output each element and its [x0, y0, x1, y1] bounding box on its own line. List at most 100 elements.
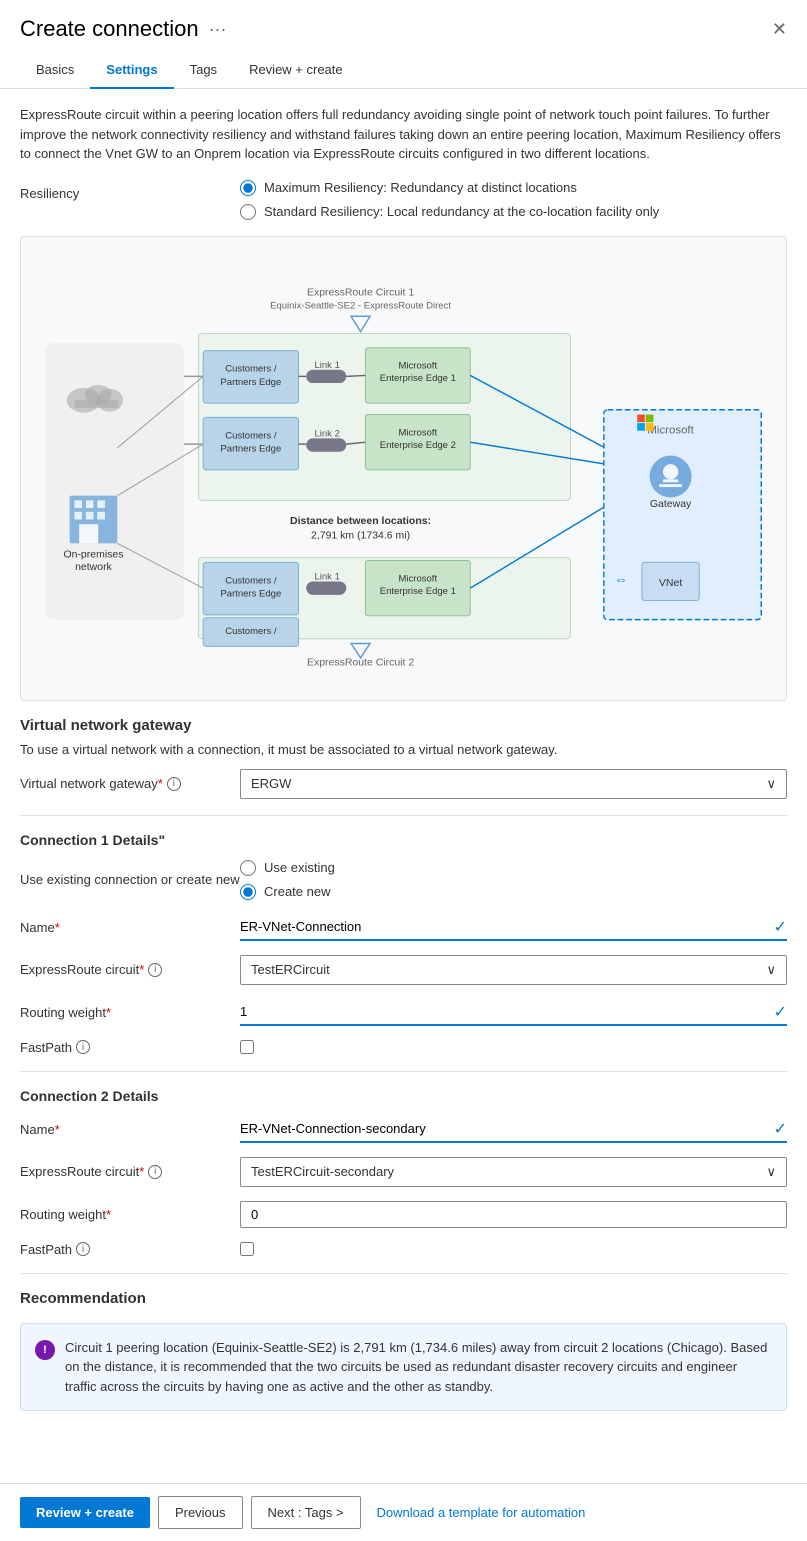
- radio-max-label: Maximum Resiliency: Redundancy at distin…: [264, 180, 577, 195]
- fastpath-info-icon[interactable]: i: [76, 1040, 90, 1054]
- conn2-fastpath-input: [240, 1242, 787, 1256]
- conn2-routing-row: Routing weight *: [20, 1201, 787, 1228]
- description-text: ExpressRoute circuit within a peering lo…: [20, 105, 787, 164]
- svg-text:Link 1: Link 1: [314, 571, 339, 582]
- fastpath2-info-icon[interactable]: i: [76, 1242, 90, 1256]
- connection2-section: Connection 2 Details Name * ✓ ExpressRou…: [20, 1088, 787, 1257]
- er-info-icon[interactable]: i: [148, 963, 162, 977]
- svg-text:Microsoft: Microsoft: [647, 424, 694, 436]
- conn1-routing-label: Routing weight *: [20, 1005, 240, 1020]
- conn1-routing-field[interactable]: [240, 999, 787, 1026]
- connection1-title: Connection 1 Details": [20, 832, 787, 848]
- svg-text:Microsoft: Microsoft: [399, 427, 438, 438]
- tab-review-create[interactable]: Review + create: [233, 52, 359, 89]
- conn1-routing-input: ✓: [240, 999, 787, 1026]
- conn2-name-row: Name * ✓: [20, 1116, 787, 1143]
- tab-settings[interactable]: Settings: [90, 52, 173, 89]
- conn2-name-field[interactable]: [240, 1116, 787, 1143]
- svg-text:On-premises: On-premises: [63, 549, 123, 560]
- conn2-routing-field[interactable]: [240, 1201, 787, 1228]
- diagram-container: On-premises network ExpressRoute Circuit…: [20, 236, 787, 701]
- conn1-er-arrow: ∨: [766, 962, 776, 978]
- required-5: *: [55, 1122, 60, 1137]
- conn1-er-row: ExpressRoute circuit * i TestERCircuit ∨: [20, 955, 787, 985]
- connection1-section: Connection 1 Details" Use existing conne…: [20, 832, 787, 1055]
- conn2-name-check: ✓: [774, 1119, 787, 1139]
- tab-basics[interactable]: Basics: [20, 52, 90, 89]
- vng-info-icon[interactable]: i: [167, 777, 181, 791]
- conn1-fastpath-checkbox[interactable]: [240, 1040, 254, 1054]
- fastpath2-checkbox-wrapper: [240, 1242, 787, 1256]
- use-existing-options: Use existing Create new: [240, 860, 787, 900]
- conn2-er-value: TestERCircuit-secondary: [251, 1164, 394, 1179]
- vng-dropdown-value: ERGW: [251, 776, 291, 791]
- svg-text:ExpressRoute Circuit 1: ExpressRoute Circuit 1: [307, 287, 414, 298]
- svg-text:network: network: [75, 562, 112, 573]
- vng-dropdown[interactable]: ERGW ∨: [240, 769, 787, 799]
- svg-text:ExpressRoute Circuit 2: ExpressRoute Circuit 2: [307, 657, 414, 668]
- svg-text:Link 2: Link 2: [314, 428, 339, 439]
- conn1-er-value: TestERCircuit: [251, 962, 330, 977]
- recommendation-title: Recommendation: [20, 1290, 787, 1307]
- resiliency-label: Resiliency: [20, 180, 240, 201]
- footer: Review + create Previous Next : Tags > D…: [0, 1483, 807, 1541]
- conn1-fastpath-row: FastPath i: [20, 1040, 787, 1055]
- conn2-name-input: ✓: [240, 1116, 787, 1143]
- connection2-title: Connection 2 Details: [20, 1088, 787, 1104]
- conn2-routing-label: Routing weight *: [20, 1207, 240, 1222]
- conn2-fastpath-checkbox[interactable]: [240, 1242, 254, 1256]
- next-button[interactable]: Next : Tags >: [251, 1496, 361, 1529]
- vng-field-row: Virtual network gateway * i ERGW ∨: [20, 769, 787, 799]
- recommendation-section: Recommendation ! Circuit 1 peering locat…: [20, 1290, 787, 1412]
- conn2-er-input: TestERCircuit-secondary ∨: [240, 1157, 787, 1187]
- svg-text:Microsoft: Microsoft: [399, 360, 438, 371]
- svg-text:Partners Edge: Partners Edge: [220, 443, 281, 454]
- vng-section: Virtual network gateway To use a virtual…: [20, 717, 787, 799]
- close-button[interactable]: ✕: [772, 19, 787, 40]
- download-template-link[interactable]: Download a template for automation: [377, 1505, 586, 1520]
- svg-text:Customers /: Customers /: [225, 625, 277, 636]
- conn1-routing-row: Routing weight * ✓: [20, 999, 787, 1026]
- svg-text:Distance between locations:: Distance between locations:: [290, 516, 431, 527]
- conn1-er-dropdown[interactable]: TestERCircuit ∨: [240, 955, 787, 985]
- use-existing-label: Use existing connection or create new: [20, 872, 240, 887]
- use-existing-text: Use existing: [264, 860, 335, 875]
- conn2-routing-input: [240, 1201, 787, 1228]
- svg-text:Customers /: Customers /: [225, 363, 277, 374]
- conn1-name-check: ✓: [774, 917, 787, 937]
- conn2-er-row: ExpressRoute circuit * i TestERCircuit-s…: [20, 1157, 787, 1187]
- required-6: *: [139, 1164, 144, 1179]
- architecture-diagram: On-premises network ExpressRoute Circuit…: [41, 257, 766, 677]
- svg-text:Customers /: Customers /: [225, 430, 277, 441]
- conn2-er-dropdown[interactable]: TestERCircuit-secondary ∨: [240, 1157, 787, 1187]
- conn1-er-label: ExpressRoute circuit * i: [20, 962, 240, 977]
- conn2-fastpath-row: FastPath i: [20, 1242, 787, 1257]
- resiliency-options: Maximum Resiliency: Redundancy at distin…: [240, 180, 787, 220]
- vng-section-desc: To use a virtual network with a connecti…: [20, 742, 787, 757]
- vng-field-input: ERGW ∨: [240, 769, 787, 799]
- conn1-name-field[interactable]: [240, 914, 787, 941]
- recommendation-icon: !: [35, 1340, 55, 1360]
- page-title: Create connection: [20, 16, 199, 42]
- divider-1: [20, 815, 787, 816]
- page-header: Create connection ··· ✕: [0, 0, 807, 42]
- conn2-name-label: Name *: [20, 1122, 240, 1137]
- svg-text:Enterprise Edge 1: Enterprise Edge 1: [380, 373, 456, 384]
- er2-info-icon[interactable]: i: [148, 1165, 162, 1179]
- previous-button[interactable]: Previous: [158, 1496, 243, 1529]
- radio-use-existing[interactable]: Use existing: [240, 860, 787, 876]
- radio-create-new[interactable]: Create new: [240, 884, 787, 900]
- tab-tags[interactable]: Tags: [174, 52, 233, 89]
- vng-dropdown-arrow: ∨: [766, 776, 776, 792]
- review-create-button[interactable]: Review + create: [20, 1497, 150, 1528]
- required-4: *: [106, 1005, 111, 1020]
- conn2-er-label: ExpressRoute circuit * i: [20, 1164, 240, 1179]
- recommendation-text: Circuit 1 peering location (Equinix-Seat…: [65, 1338, 772, 1397]
- radio-max-resiliency[interactable]: Maximum Resiliency: Redundancy at distin…: [240, 180, 787, 196]
- vng-section-title: Virtual network gateway: [20, 717, 787, 734]
- divider-2: [20, 1071, 787, 1072]
- radio-standard-resiliency[interactable]: Standard Resiliency: Local redundancy at…: [240, 204, 787, 220]
- header-dots[interactable]: ···: [209, 19, 227, 40]
- svg-text:Link 1: Link 1: [314, 359, 339, 370]
- conn1-er-input: TestERCircuit ∨: [240, 955, 787, 985]
